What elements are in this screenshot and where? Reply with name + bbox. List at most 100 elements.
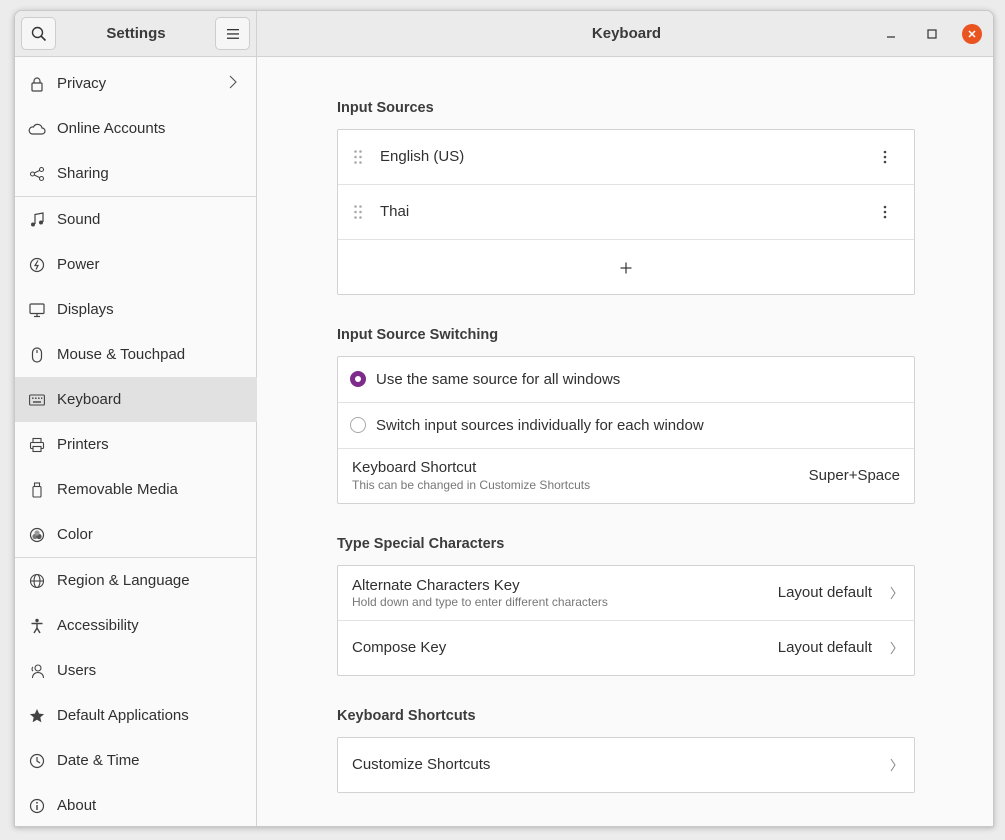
mouse-icon <box>28 346 46 364</box>
cloud-icon <box>28 120 46 138</box>
special-characters-heading: Type Special Characters <box>337 536 505 552</box>
sidebar-header: Settings <box>15 11 257 57</box>
maximize-button[interactable] <box>922 24 942 44</box>
keyboard-shortcut-label: Keyboard Shortcut <box>352 459 477 476</box>
music-note-icon <box>28 211 46 229</box>
maximize-icon <box>927 29 937 39</box>
alternate-characters-key-row[interactable]: Alternate Characters Key Hold down and t… <box>338 566 914 621</box>
printer-icon <box>28 436 46 454</box>
radio-same-source[interactable] <box>350 371 366 387</box>
drag-handle-icon[interactable] <box>353 204 363 224</box>
sidebar-item-label: Region & Language <box>57 572 190 589</box>
chevron-right-icon <box>890 758 896 776</box>
input-source-label: Thai <box>380 203 410 220</box>
accessibility-icon <box>28 617 46 635</box>
sidebar-item-power[interactable]: Power <box>15 242 257 287</box>
sidebar-item-accessibility[interactable]: Accessibility <box>15 603 257 648</box>
alternate-characters-key-subtitle: Hold down and type to enter different ch… <box>352 595 608 609</box>
keyboard-shortcuts-heading: Keyboard Shortcuts <box>337 708 476 724</box>
close-icon <box>968 30 976 38</box>
radio-individual-source-row[interactable]: Switch input sources individually for ea… <box>338 403 914 449</box>
sidebar-item-sharing[interactable]: Sharing <box>15 151 257 196</box>
sidebar-item-label: Color <box>57 526 93 543</box>
keyboard-panel: Input Sources English (US) Thai Input So… <box>258 57 993 826</box>
display-icon <box>28 301 46 319</box>
compose-key-value: Layout default <box>777 639 872 656</box>
sidebar-item-users[interactable]: Users <box>15 648 257 693</box>
drag-handle-icon[interactable] <box>353 149 363 169</box>
input-source-row[interactable]: English (US) <box>338 130 914 185</box>
radio-same-source-label: Use the same source for all windows <box>376 371 621 388</box>
clock-icon <box>28 752 46 770</box>
hamburger-menu-icon <box>226 28 239 39</box>
minimize-button[interactable] <box>881 24 901 44</box>
sidebar-item-printers[interactable]: Printers <box>15 422 257 467</box>
plus-icon <box>620 261 632 278</box>
sidebar-item-mouse-touchpad[interactable]: Mouse & Touchpad <box>15 332 257 377</box>
sidebar-item-default-applications[interactable]: Default Applications <box>15 693 257 738</box>
menu-button[interactable] <box>215 17 250 50</box>
sidebar-item-label: Default Applications <box>57 707 189 724</box>
sidebar-item-label: Privacy <box>57 75 107 92</box>
sidebar-item-label: About <box>57 797 97 814</box>
sidebar-item-label: Accessibility <box>57 617 139 634</box>
radio-individual-source-label: Switch input sources individually for ea… <box>376 417 704 434</box>
chevron-right-icon <box>229 75 237 93</box>
header-bar: Settings Keyboard <box>15 11 993 57</box>
keyboard-icon <box>28 391 46 409</box>
minimize-icon <box>887 36 895 38</box>
sidebar-item-label: Sharing <box>57 165 109 182</box>
sidebar-item-about[interactable]: About <box>15 783 257 826</box>
sidebar-item-sound[interactable]: Sound <box>15 197 257 242</box>
sidebar-item-label: Mouse & Touchpad <box>57 346 186 363</box>
alternate-characters-key-label: Alternate Characters Key <box>352 577 520 594</box>
users-icon <box>28 662 46 680</box>
keyboard-shortcut-subtitle: This can be changed in Customize Shortcu… <box>352 478 591 492</box>
sidebar-item-keyboard[interactable]: Keyboard <box>15 377 257 422</box>
sidebar-item-color[interactable]: Color <box>15 512 257 557</box>
removable-media-icon <box>28 481 46 499</box>
sidebar-item-label: Removable Media <box>57 481 178 498</box>
input-sources-heading: Input Sources <box>337 100 434 116</box>
keyboard-shortcut-value: Super+Space <box>808 467 900 484</box>
sidebar-item-region-language[interactable]: Region & Language <box>15 558 257 603</box>
alternate-characters-key-value: Layout default <box>777 584 872 601</box>
compose-key-label: Compose Key <box>352 639 447 656</box>
sidebar-item-online-accounts[interactable]: Online Accounts <box>15 106 257 151</box>
sidebar-item-label: Printers <box>57 436 109 453</box>
close-button[interactable] <box>962 24 982 44</box>
customize-shortcuts-row[interactable]: Customize Shortcuts <box>338 738 914 792</box>
sidebar-item-label: Displays <box>57 301 114 318</box>
special-characters-list: Alternate Characters Key Hold down and t… <box>337 565 915 676</box>
lock-icon <box>28 75 46 93</box>
sidebar-item-label: Power <box>57 256 100 273</box>
input-source-switching-heading: Input Source Switching <box>337 327 499 343</box>
add-input-source-button[interactable] <box>338 240 914 294</box>
sidebar-item-label: Users <box>57 662 97 679</box>
input-source-label: English (US) <box>380 148 465 165</box>
radio-same-source-row[interactable]: Use the same source for all windows <box>338 357 914 403</box>
sidebar-item-removable-media[interactable]: Removable Media <box>15 467 257 512</box>
sidebar-item-label: Date & Time <box>57 752 140 769</box>
share-icon <box>28 165 46 183</box>
star-icon <box>28 707 46 725</box>
sidebar-item-displays[interactable]: Displays <box>15 287 257 332</box>
sidebar: Privacy Online Accounts Sharing Sound Po… <box>15 57 257 826</box>
sidebar-item-privacy[interactable]: Privacy <box>15 61 257 106</box>
input-source-row[interactable]: Thai <box>338 185 914 240</box>
globe-icon <box>28 572 46 590</box>
info-icon <box>28 797 46 815</box>
color-icon <box>28 526 46 544</box>
chevron-right-icon <box>890 641 896 659</box>
input-sources-list: English (US) Thai <box>337 129 915 295</box>
sidebar-item-label: Sound <box>57 211 101 228</box>
more-options-icon[interactable] <box>883 205 887 223</box>
sidebar-item-date-time[interactable]: Date & Time <box>15 738 257 783</box>
settings-window: Settings Keyboard Privacy Online Account… <box>14 10 994 827</box>
more-options-icon[interactable] <box>883 150 887 168</box>
compose-key-row[interactable]: Compose Key Layout default <box>338 621 914 675</box>
chevron-right-icon <box>890 586 896 604</box>
power-icon <box>28 256 46 274</box>
radio-individual-source[interactable] <box>350 417 366 433</box>
keyboard-shortcut-row[interactable]: Keyboard Shortcut This can be changed in… <box>338 449 914 503</box>
